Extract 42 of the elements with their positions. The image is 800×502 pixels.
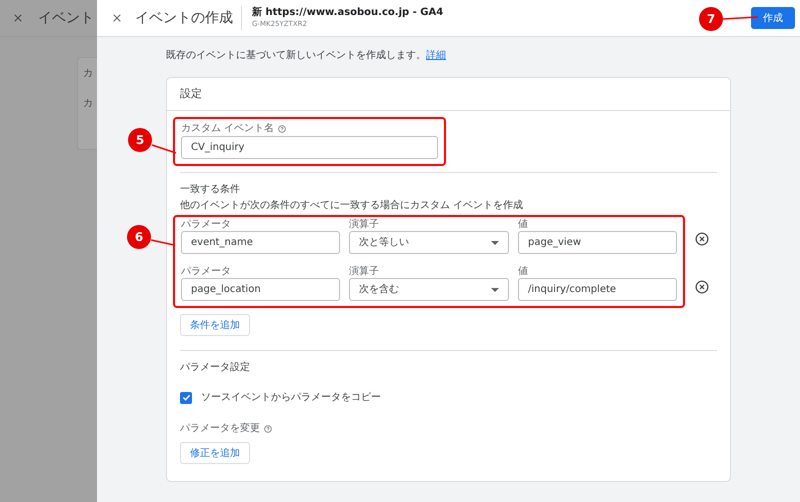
add-modification-button[interactable]: 修正を追加 <box>180 442 250 464</box>
copy-checkbox[interactable] <box>180 392 192 404</box>
remove-icon[interactable] <box>695 280 709 294</box>
value-field[interactable]: page_view <box>518 231 677 254</box>
field-label: 演算子 <box>349 219 380 230</box>
field-label: 値 <box>518 266 529 277</box>
caret-icon <box>491 240 499 244</box>
close-icon[interactable] <box>111 12 123 24</box>
value-field[interactable]: /inquiry/complete <box>518 278 677 301</box>
dialog-title: イベントの作成 <box>135 8 233 28</box>
checkbox-label: ソースイベントからパラメータをコピー <box>201 391 381 405</box>
operator-dropdown[interactable]: 次と等しい <box>349 231 509 254</box>
help-icon[interactable] <box>278 124 286 132</box>
card-title: 設定 <box>180 86 202 102</box>
field-label: 値 <box>518 219 529 230</box>
section-title: パラメータ設定 <box>180 361 251 374</box>
help-icon[interactable] <box>264 424 272 432</box>
card-text: カ <box>83 68 94 80</box>
parameter-field[interactable]: page_location <box>181 278 340 301</box>
remove-icon[interactable] <box>695 232 709 246</box>
add-condition-button[interactable]: 条件を追加 <box>180 314 250 336</box>
intro-text: 既存のイベントに基づいて新しいイベントを作成します。詳細 <box>166 50 447 62</box>
operator-dropdown[interactable]: 次を含む <box>349 278 509 301</box>
field-label: パラメータ <box>181 266 232 277</box>
parameter-field[interactable]: event_name <box>181 231 340 254</box>
close-icon <box>12 12 24 24</box>
create-button[interactable]: 作成 <box>751 7 795 29</box>
section-title: 一致する条件 <box>180 183 241 196</box>
field-label: パラメータを変更 <box>180 423 260 434</box>
page-title: イベント <box>38 8 94 28</box>
field-label: パラメータ <box>181 219 232 230</box>
leader-line <box>722 16 758 20</box>
card-text: カ <box>83 98 94 110</box>
step-badge: 6 <box>127 225 151 249</box>
property-name: 新 https://www.asobou.co.jp - GA4 <box>252 7 444 19</box>
details-link[interactable]: 詳細 <box>426 50 446 61</box>
field-label: カスタム イベント名 <box>181 123 274 134</box>
custom-event-name-field[interactable]: CV_inquiry <box>181 136 438 159</box>
section-description: 他のイベントが次の条件のすべてに一致する場合にカスタム イベントを作成 <box>180 200 524 211</box>
caret-icon <box>491 288 499 292</box>
step-badge: 5 <box>128 128 152 152</box>
field-label: 演算子 <box>349 266 380 277</box>
